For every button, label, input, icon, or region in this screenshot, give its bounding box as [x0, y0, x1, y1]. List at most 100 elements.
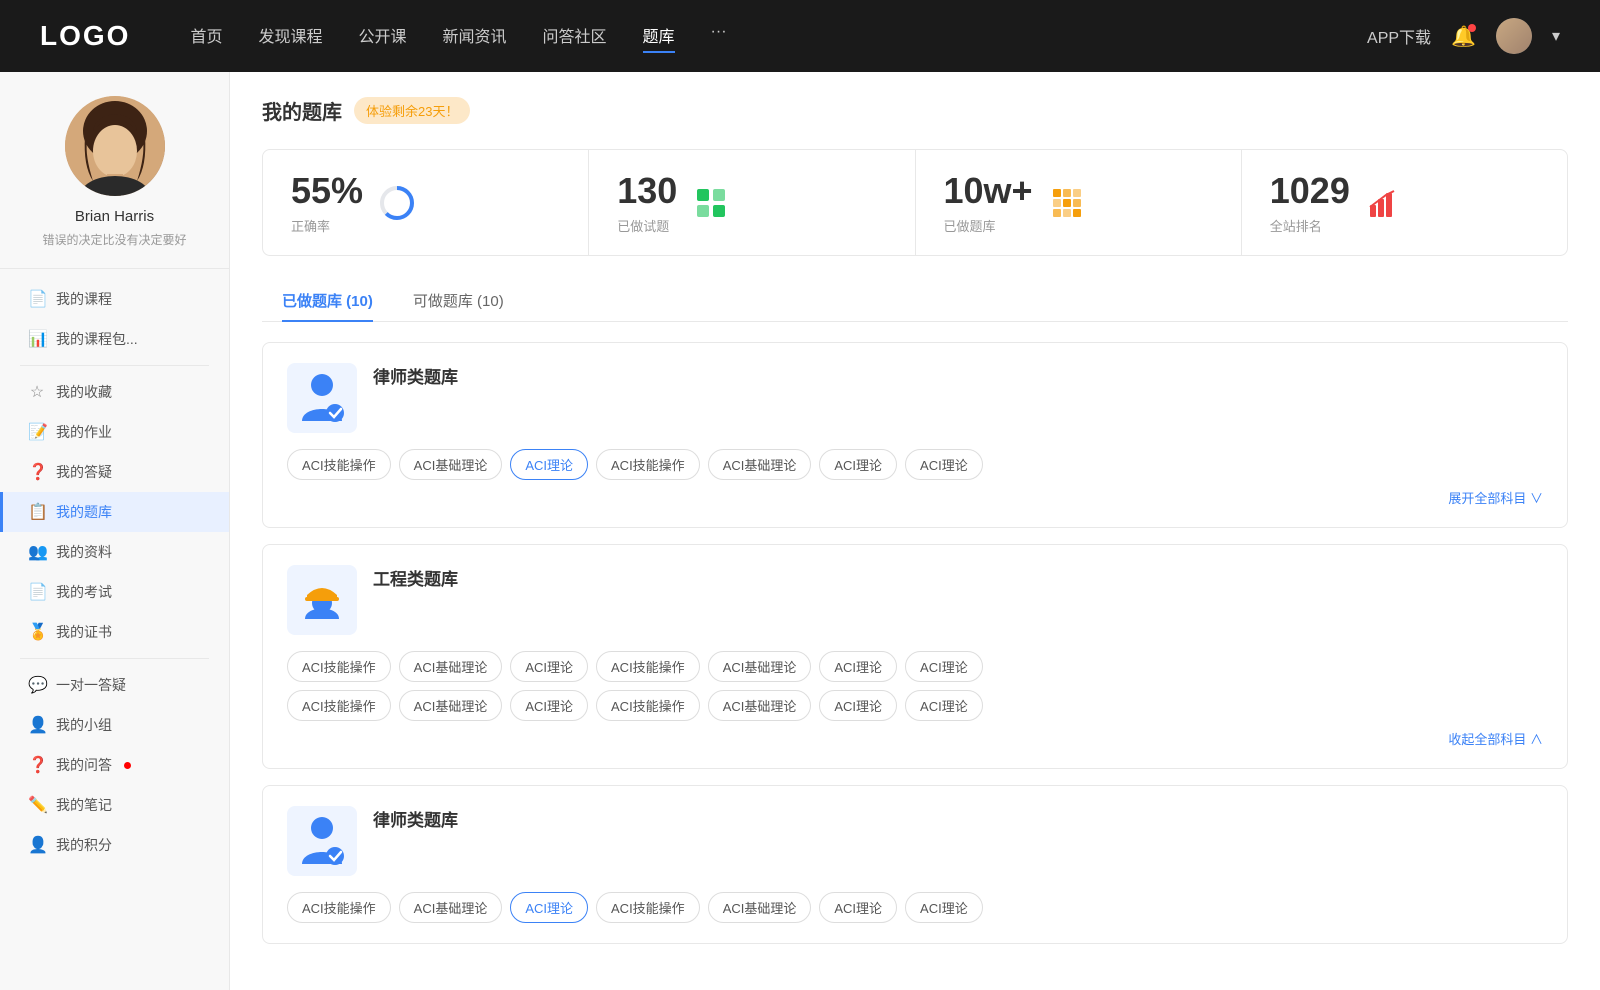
- points-icon: 👤: [28, 835, 46, 855]
- nav-news[interactable]: 新闻资讯: [443, 19, 507, 53]
- qbank-header-2: 工程类题库: [287, 565, 1543, 635]
- qbank-info-1: 律师类题库: [373, 363, 458, 388]
- sidebar-label-qbank: 我的题库: [56, 502, 112, 522]
- tag-1-1[interactable]: ACI技能操作: [287, 449, 391, 480]
- questions-icon: ❓: [28, 755, 46, 775]
- tag-2-3[interactable]: ACI理论: [510, 651, 588, 682]
- qbank-icon-3: [287, 806, 357, 876]
- tag-2-1[interactable]: ACI技能操作: [287, 651, 391, 682]
- sidebar-item-course-packages[interactable]: 📊 我的课程包...: [0, 319, 229, 359]
- sidebar-item-courses[interactable]: 📄 我的课程: [0, 279, 229, 319]
- tag-2-6[interactable]: ACI理论: [819, 651, 897, 682]
- tag-2-5[interactable]: ACI基础理论: [708, 651, 812, 682]
- nav-discover[interactable]: 发现课程: [258, 19, 322, 53]
- divider-2: [20, 658, 209, 659]
- collapse-link-2[interactable]: 收起全部科目 ∧: [287, 729, 1543, 748]
- sidebar-item-qa[interactable]: ❓ 我的答疑: [0, 452, 229, 492]
- tag-1-4[interactable]: ACI技能操作: [596, 449, 700, 480]
- tag-2-10[interactable]: ACI理论: [510, 690, 588, 721]
- sidebar-item-certificate[interactable]: 🏅 我的证书: [0, 612, 229, 652]
- nav-items: 首页 发现课程 公开课 新闻资讯 问答社区 题库 ···: [190, 19, 1367, 53]
- stats-row: 55% 正确率 130 已做试题: [262, 149, 1568, 256]
- bell-icon[interactable]: 🔔: [1451, 24, 1476, 49]
- tag-3-7[interactable]: ACI理论: [905, 892, 983, 923]
- tag-2-11[interactable]: ACI技能操作: [596, 690, 700, 721]
- sidebar-label-exam: 我的考试: [56, 582, 112, 602]
- main-layout: Brian Harris 错误的决定比没有决定要好 📄 我的课程 📊 我的课程包…: [0, 72, 1600, 990]
- stat-questions-done-label: 已做试题: [617, 216, 677, 235]
- tag-2-2[interactable]: ACI基础理论: [399, 651, 503, 682]
- nav-qbank[interactable]: 题库: [643, 19, 675, 53]
- sidebar-item-profile[interactable]: 👥 我的资料: [0, 532, 229, 572]
- sidebar-item-qbank[interactable]: 📋 我的题库: [0, 492, 229, 532]
- qbank-title-2: 工程类题库: [373, 565, 458, 590]
- dropdown-arrow[interactable]: ▾: [1552, 26, 1560, 46]
- sidebar-label-group: 我的小组: [56, 715, 112, 735]
- divider-1: [20, 365, 209, 366]
- tab-done[interactable]: 已做题库 (10): [262, 280, 393, 321]
- nav-home[interactable]: 首页: [190, 19, 222, 53]
- tag-1-6[interactable]: ACI理论: [819, 449, 897, 480]
- sidebar-item-questions[interactable]: ❓ 我的问答: [0, 745, 229, 785]
- tag-1-5[interactable]: ACI基础理论: [708, 449, 812, 480]
- stat-questions-done: 130 已做试题: [589, 150, 915, 255]
- course-packages-icon: 📊: [28, 329, 46, 349]
- logo: LOGO: [40, 20, 130, 52]
- tag-3-2[interactable]: ACI基础理论: [399, 892, 503, 923]
- tag-2-7[interactable]: ACI理论: [905, 651, 983, 682]
- sidebar-label-qa: 我的答疑: [56, 462, 112, 482]
- nav-more[interactable]: ···: [711, 19, 727, 53]
- qbank-info-2: 工程类题库: [373, 565, 458, 590]
- stat-accuracy-values: 55% 正确率: [291, 170, 363, 235]
- tag-3-3[interactable]: ACI理论: [510, 892, 588, 923]
- favorites-icon: ☆: [28, 382, 46, 402]
- tag-1-3[interactable]: ACI理论: [510, 449, 588, 480]
- qbank-icon-1: [287, 363, 357, 433]
- bell-dot: [1468, 24, 1476, 32]
- sidebar-label-homework: 我的作业: [56, 422, 112, 442]
- tag-1-7[interactable]: ACI理论: [905, 449, 983, 480]
- sidebar-label-courses: 我的课程: [56, 289, 112, 309]
- nav-opencourse[interactable]: 公开课: [358, 19, 406, 53]
- group-icon: 👤: [28, 715, 46, 735]
- sidebar-item-exam[interactable]: 📄 我的考试: [0, 572, 229, 612]
- sidebar-label-certificate: 我的证书: [56, 622, 112, 642]
- stat-questions-done-icon: [691, 183, 731, 223]
- expand-link-1[interactable]: 展开全部科目 ∨: [287, 488, 1543, 507]
- stat-banks-done-label: 已做题库: [944, 216, 1033, 235]
- sidebar-item-homework[interactable]: 📝 我的作业: [0, 412, 229, 452]
- tag-2-8[interactable]: ACI技能操作: [287, 690, 391, 721]
- tag-3-1[interactable]: ACI技能操作: [287, 892, 391, 923]
- stat-ranking-values: 1029 全站排名: [1270, 170, 1350, 235]
- qbank-card-3: 律师类题库 ACI技能操作 ACI基础理论 ACI理论 ACI技能操作 ACI基…: [262, 785, 1568, 944]
- stat-ranking-value: 1029: [1270, 170, 1350, 212]
- tag-3-5[interactable]: ACI基础理论: [708, 892, 812, 923]
- tag-2-12[interactable]: ACI基础理论: [708, 690, 812, 721]
- tag-2-4[interactable]: ACI技能操作: [596, 651, 700, 682]
- sidebar-item-favorites[interactable]: ☆ 我的收藏: [0, 372, 229, 412]
- tag-2-9[interactable]: ACI基础理论: [399, 690, 503, 721]
- content-header: 我的题库 体验剩余23天！: [262, 96, 1568, 125]
- tutoring-icon: 💬: [28, 675, 46, 695]
- certificate-icon: 🏅: [28, 622, 46, 642]
- tag-1-2[interactable]: ACI基础理论: [399, 449, 503, 480]
- sidebar-item-points[interactable]: 👤 我的积分: [0, 825, 229, 865]
- stat-ranking-icon: [1364, 183, 1404, 223]
- qbank-title-1: 律师类题库: [373, 363, 458, 388]
- tab-available[interactable]: 可做题库 (10): [393, 280, 524, 321]
- tag-3-6[interactable]: ACI理论: [819, 892, 897, 923]
- tag-3-4[interactable]: ACI技能操作: [596, 892, 700, 923]
- qbank-header-3: 律师类题库: [287, 806, 1543, 876]
- app-download[interactable]: APP下载: [1367, 24, 1431, 48]
- navbar: LOGO 首页 发现课程 公开课 新闻资讯 问答社区 题库 ··· APP下载 …: [0, 0, 1600, 72]
- tag-2-13[interactable]: ACI理论: [819, 690, 897, 721]
- nav-qa[interactable]: 问答社区: [543, 19, 607, 53]
- tag-2-14[interactable]: ACI理论: [905, 690, 983, 721]
- tabs-row: 已做题库 (10) 可做题库 (10): [262, 280, 1568, 322]
- stat-ranking: 1029 全站排名: [1242, 150, 1567, 255]
- avatar[interactable]: [1496, 18, 1532, 54]
- sidebar-item-tutoring[interactable]: 💬 一对一答疑: [0, 665, 229, 705]
- sidebar-item-notes[interactable]: ✏️ 我的笔记: [0, 785, 229, 825]
- sidebar-item-group[interactable]: 👤 我的小组: [0, 705, 229, 745]
- qa-icon: ❓: [28, 462, 46, 482]
